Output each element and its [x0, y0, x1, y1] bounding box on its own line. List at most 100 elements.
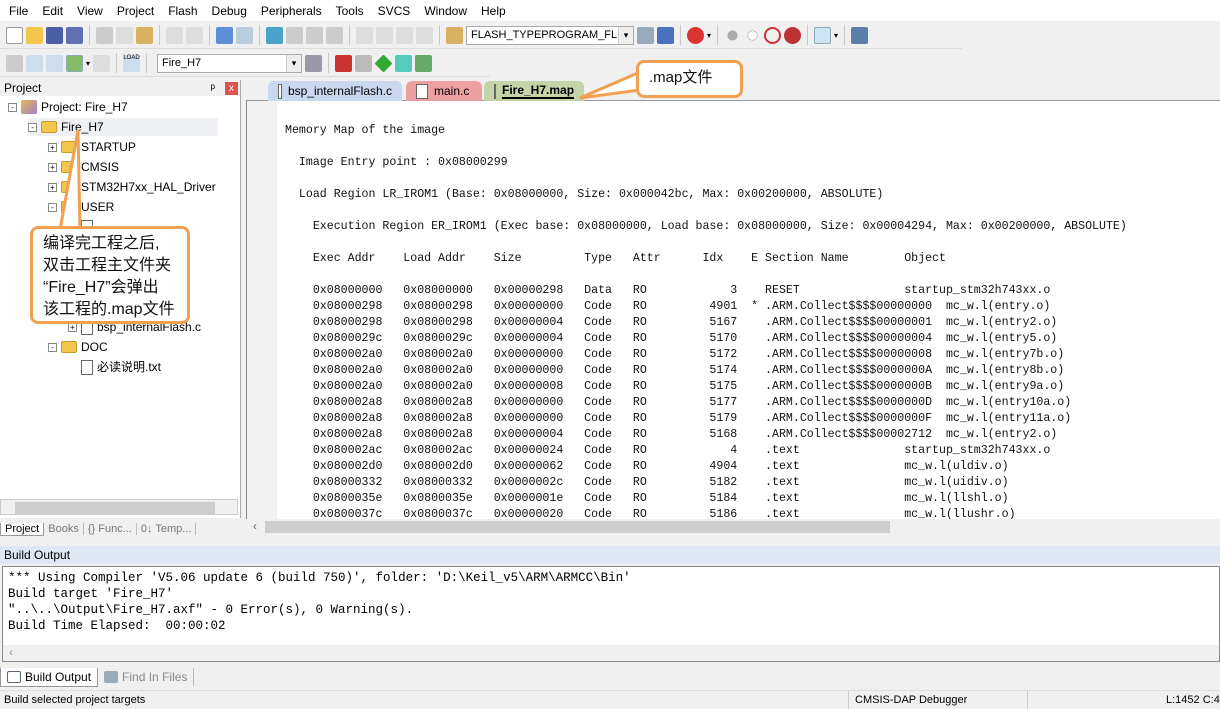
map-table-row: 0x080002a0 0x080002a0 0x00000000 Code RO…	[285, 364, 1065, 377]
breakpoint-icon[interactable]	[727, 29, 738, 41]
menu-edit[interactable]: Edit	[35, 4, 70, 18]
menu-project[interactable]: Project	[110, 4, 161, 18]
tree-item[interactable]: - Fire_H7	[28, 118, 218, 136]
map-file-text: Memory Map of the image Image Entry poin…	[285, 123, 1127, 523]
undo-icon[interactable]	[166, 26, 183, 44]
tab-templates[interactable]: 0↓ Temp...	[137, 523, 197, 535]
back-icon[interactable]	[216, 26, 233, 44]
target-options-icon[interactable]	[305, 54, 323, 72]
menu-peripherals[interactable]: Peripherals	[254, 4, 329, 18]
copy-icon[interactable]	[116, 26, 133, 44]
translate-icon[interactable]	[6, 54, 23, 72]
uncomment-icon[interactable]	[416, 26, 433, 44]
menu-flash[interactable]: Flash	[161, 4, 204, 18]
map-line: Image Entry point : 0x08000299	[285, 156, 508, 169]
comment-icon[interactable]	[396, 26, 413, 44]
chevron-down-icon[interactable]: ▾	[286, 54, 302, 72]
window-layout-icon[interactable]	[814, 26, 832, 44]
target-folder-icon	[41, 121, 57, 133]
target-select[interactable]: Fire_H7 ▾	[157, 53, 303, 73]
indent-icon[interactable]	[356, 26, 373, 44]
tab-build-output[interactable]: Build Output	[0, 667, 99, 687]
collapse-icon[interactable]: -	[48, 342, 57, 352]
expand-icon[interactable]: +	[48, 142, 57, 152]
collapse-icon[interactable]: -	[8, 102, 17, 112]
forward-icon[interactable]	[236, 26, 253, 44]
editor-tab[interactable]: Fire_H7.map	[484, 81, 584, 101]
tree-item[interactable]: + STM32H7xx_HAL_Driver	[48, 178, 216, 196]
save-all-icon[interactable]	[66, 26, 83, 44]
menu-help[interactable]: Help	[474, 4, 513, 18]
disable-all-breakpoints-icon[interactable]	[764, 26, 782, 44]
collapse-icon[interactable]: -	[48, 202, 57, 212]
status-message: Build selected project targets	[4, 694, 146, 706]
build-output-hscrollbar[interactable]: ‹	[3, 645, 1219, 661]
tab-books[interactable]: Books	[44, 523, 84, 535]
callout-tab-note: .map文件	[636, 60, 743, 98]
redo-icon[interactable]	[186, 26, 203, 44]
next-bookmark-icon[interactable]	[306, 26, 323, 44]
debug-session-icon[interactable]	[687, 26, 704, 44]
save-icon[interactable]	[46, 26, 63, 44]
close-icon[interactable]: x	[225, 81, 238, 95]
tree-item[interactable]: - USER	[48, 198, 114, 216]
disable-breakpoint-icon[interactable]	[747, 29, 758, 41]
editor-tab[interactable]: bsp_internalFlash.c	[268, 81, 402, 101]
status-bar: Build selected project targets CMSIS-DAP…	[0, 690, 1220, 709]
file-extensions-icon[interactable]	[355, 54, 373, 72]
rebuild-icon[interactable]	[46, 54, 63, 72]
unindent-icon[interactable]	[376, 26, 393, 44]
bookmark-icon[interactable]	[266, 26, 283, 44]
find-icon[interactable]	[637, 26, 654, 44]
map-table-row: 0x080002d0 0x080002d0 0x00000062 Code RO…	[285, 460, 1009, 473]
pack-installer-icon[interactable]	[415, 54, 433, 72]
map-table-row: 0x08000000 0x08000000 0x00000298 Data RO…	[285, 284, 1051, 297]
find-combo[interactable]: FLASH_TYPEPROGRAM_FL ▾	[466, 25, 634, 45]
open-file-icon[interactable]	[26, 26, 43, 44]
tree-item[interactable]: - Project: Fire_H7	[8, 98, 128, 116]
clear-bookmarks-icon[interactable]	[326, 26, 343, 44]
menu-view[interactable]: View	[70, 4, 110, 18]
tree-item-label: STM32H7xx_HAL_Driver	[81, 180, 216, 194]
incremental-find-icon[interactable]	[657, 26, 674, 44]
editor-tab[interactable]: main.c	[406, 81, 482, 101]
menu-window[interactable]: Window	[417, 4, 474, 18]
menu-debug[interactable]: Debug	[205, 4, 254, 18]
select-packs-icon[interactable]	[395, 54, 413, 72]
load-icon[interactable]: LOAD	[123, 54, 141, 72]
menu-tools[interactable]: Tools	[329, 4, 371, 18]
find-in-files-icon[interactable]	[446, 26, 463, 44]
menu-file[interactable]: File	[2, 4, 35, 18]
tree-item[interactable]: + CMSIS	[48, 158, 119, 176]
batch-build-icon[interactable]	[66, 54, 83, 72]
editor-hscrollbar[interactable]: ‹	[247, 519, 1220, 535]
configure-icon[interactable]	[851, 26, 869, 44]
scroll-left-icon[interactable]: ‹	[253, 519, 257, 533]
folder-icon	[61, 341, 77, 353]
menu-svcs[interactable]: SVCS	[371, 4, 418, 18]
prev-bookmark-icon[interactable]	[286, 26, 303, 44]
project-hscrollbar[interactable]	[0, 499, 238, 515]
manage-components-icon[interactable]	[335, 54, 353, 72]
chevron-down-icon[interactable]: ▾	[618, 26, 633, 44]
build-icon[interactable]	[26, 54, 43, 72]
paste-icon[interactable]	[136, 26, 153, 44]
editor-map-view[interactable]: Memory Map of the image Image Entry poin…	[246, 101, 1220, 535]
scroll-left-icon[interactable]: ‹	[9, 645, 13, 659]
collapse-icon[interactable]: -	[28, 122, 37, 132]
pin-icon[interactable]: ᵖ	[210, 80, 215, 96]
build-output-panel[interactable]: *** Using Compiler 'V5.06 update 6 (buil…	[2, 566, 1220, 662]
manage-run-time-icon[interactable]	[374, 53, 393, 73]
tab-project[interactable]: Project	[0, 522, 45, 536]
stop-build-icon[interactable]	[93, 54, 111, 72]
tree-item[interactable]: 必读说明.txt	[68, 358, 161, 376]
cut-icon[interactable]	[96, 26, 113, 44]
tree-item[interactable]: - DOC	[48, 338, 108, 356]
tab-functions[interactable]: {} Func...	[84, 523, 137, 535]
tree-item[interactable]: + STARTUP	[48, 138, 136, 156]
expand-icon[interactable]: +	[48, 162, 57, 172]
expand-icon[interactable]: +	[48, 182, 57, 192]
kill-breakpoints-icon[interactable]	[784, 26, 802, 44]
tab-find-in-files[interactable]: Find In Files	[98, 668, 195, 686]
new-file-icon[interactable]	[6, 26, 23, 44]
